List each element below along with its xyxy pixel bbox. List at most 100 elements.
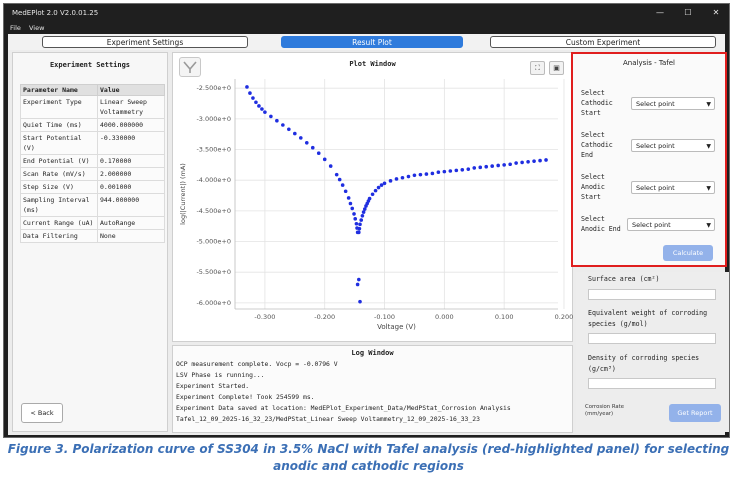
select-value: Select point bbox=[636, 100, 675, 108]
density-input[interactable] bbox=[588, 378, 716, 389]
plot-window-title: Plot Window bbox=[349, 60, 396, 68]
table-row: Start Potential (V) -0.330000 bbox=[20, 131, 165, 155]
cathodic-end-select[interactable]: Select point ▼ bbox=[631, 139, 715, 152]
data-point bbox=[337, 177, 342, 182]
param-name: Sampling Interval (ms) bbox=[20, 193, 98, 217]
data-point bbox=[362, 207, 367, 211]
data-point bbox=[466, 167, 471, 171]
label-line: Anodic End bbox=[581, 225, 621, 233]
back-button[interactable]: < Back bbox=[21, 403, 63, 423]
equivalent-weight-input[interactable] bbox=[588, 333, 716, 344]
get-report-button[interactable]: Get Report bbox=[669, 404, 721, 422]
cathodic-start-select[interactable]: Select point ▼ bbox=[631, 97, 715, 110]
log-line: Tafel_12_09_2025-16_32_23/MedPStat_Linea… bbox=[176, 415, 480, 423]
data-point bbox=[269, 114, 273, 119]
param-value: 0.170000 bbox=[97, 154, 165, 168]
table-row: Step Size (V) 0.001000 bbox=[20, 180, 165, 194]
col-header-value: Value bbox=[97, 84, 165, 96]
y-tick-label: -2.500e+0 bbox=[196, 84, 231, 92]
data-point bbox=[352, 212, 356, 216]
y-tick-label: -4.500e+0 bbox=[196, 207, 231, 215]
data-point bbox=[359, 218, 364, 222]
tab-result-plot[interactable]: Result Plot bbox=[281, 36, 463, 48]
log-window-panel: Log Window OCP measurement complete. Voc… bbox=[172, 345, 573, 433]
data-point bbox=[298, 136, 303, 140]
data-point bbox=[544, 158, 548, 162]
data-point bbox=[354, 221, 359, 226]
data-point bbox=[412, 173, 417, 178]
surface-area-input[interactable] bbox=[588, 289, 716, 300]
label-line: Select bbox=[581, 215, 605, 223]
label-line: End bbox=[581, 151, 593, 159]
param-value: 944.000000 bbox=[97, 193, 165, 217]
x-tick-label: 0.000 bbox=[435, 313, 454, 321]
data-point bbox=[322, 157, 327, 162]
data-point bbox=[355, 282, 360, 287]
label-line: Select bbox=[581, 89, 605, 97]
param-name: Quiet Time (ms) bbox=[20, 118, 98, 132]
window-title: MedEPlot 2.0 V2.0.01.25 bbox=[12, 9, 99, 17]
zoom-fit-icon[interactable]: ⛶ bbox=[530, 61, 545, 75]
table-row: Current Range (uA) AutoRange bbox=[20, 216, 165, 230]
menu-file[interactable]: File bbox=[10, 24, 21, 32]
anodic-start-select[interactable]: Select point ▼ bbox=[631, 181, 715, 194]
data-point bbox=[254, 100, 258, 105]
data-point bbox=[379, 183, 384, 187]
data-point bbox=[245, 85, 249, 89]
data-point bbox=[293, 131, 297, 136]
y-tick-label: -5.500e+0 bbox=[196, 268, 231, 276]
label-line: Select bbox=[581, 173, 605, 181]
log-line: LSV Phase is running... bbox=[176, 371, 265, 379]
param-name: End Potential (V) bbox=[20, 154, 98, 168]
tab-experiment-settings[interactable]: Experiment Settings bbox=[42, 36, 248, 48]
data-point bbox=[251, 96, 255, 100]
data-point bbox=[508, 162, 512, 167]
experiment-settings-panel: Experiment Settings Parameter Name Value… bbox=[12, 52, 168, 432]
minimize-button[interactable]: — bbox=[653, 4, 667, 22]
y-tick-label: -5.000e+0 bbox=[196, 238, 231, 246]
log-line: OCP measurement complete. Vocp = -0.0796… bbox=[176, 360, 338, 368]
calculate-button[interactable]: Calculate bbox=[663, 245, 713, 261]
data-point bbox=[388, 179, 393, 183]
select-value: Select point bbox=[636, 184, 675, 192]
param-name: Start Potential (V) bbox=[20, 131, 98, 155]
data-point bbox=[310, 145, 315, 150]
polarization-chart[interactable]: -0.300 -0.200 -0.100 0.000 0.100 0.200 -2.500e… bbox=[173, 77, 573, 347]
data-point bbox=[478, 165, 483, 170]
select-value: Select point bbox=[636, 142, 675, 150]
param-name: Step Size (V) bbox=[20, 180, 98, 194]
table-row: End Potential (V) 0.170000 bbox=[20, 154, 165, 168]
param-name: Experiment Type bbox=[20, 95, 98, 119]
table-row: Sampling Interval (ms) 944.000000 bbox=[20, 193, 165, 217]
data-point bbox=[514, 161, 518, 165]
cathodic-end-label: Select Cathodic End bbox=[581, 130, 613, 160]
param-value: 4000.000000 bbox=[97, 118, 165, 132]
maximize-button[interactable]: ☐ bbox=[681, 4, 695, 22]
menu-view[interactable]: View bbox=[29, 24, 44, 32]
anodic-end-select[interactable]: Select point ▼ bbox=[627, 218, 715, 231]
data-point bbox=[406, 174, 411, 179]
param-name: Data Filtering bbox=[20, 229, 98, 243]
plot-window-panel: Plot Window ⛶ ▣ -0.300 -0.200 -0.100 0.000 0… bbox=[172, 52, 573, 342]
corrosion-inputs-panel: Surface area (cm²) Equivalent weight of … bbox=[576, 272, 729, 432]
log-line: Experiment Data saved at location: MedEP… bbox=[176, 404, 511, 412]
data-point bbox=[348, 201, 353, 206]
label-line: Anodic bbox=[581, 183, 605, 191]
x-axis-label: Voltage (V) bbox=[377, 323, 416, 331]
close-button[interactable]: ✕ bbox=[709, 4, 723, 22]
data-point bbox=[367, 196, 372, 201]
data-point bbox=[538, 158, 542, 163]
label-line: Cathodic bbox=[581, 99, 613, 107]
data-point bbox=[304, 140, 309, 145]
tab-custom-experiment[interactable]: Custom Experiment bbox=[490, 36, 716, 48]
param-value: 2.000000 bbox=[97, 167, 165, 181]
log-window-title: Log Window bbox=[351, 349, 394, 357]
data-point bbox=[360, 213, 365, 218]
param-value: AutoRange bbox=[97, 216, 165, 230]
y-tick-label: -4.000e+0 bbox=[196, 176, 231, 184]
chevron-down-icon: ▼ bbox=[706, 185, 711, 192]
y-axis-label: log(|Current|) (mA) bbox=[179, 163, 187, 225]
save-image-icon[interactable]: ▣ bbox=[549, 61, 564, 75]
data-point bbox=[460, 167, 465, 172]
label-line: Start bbox=[581, 109, 601, 117]
